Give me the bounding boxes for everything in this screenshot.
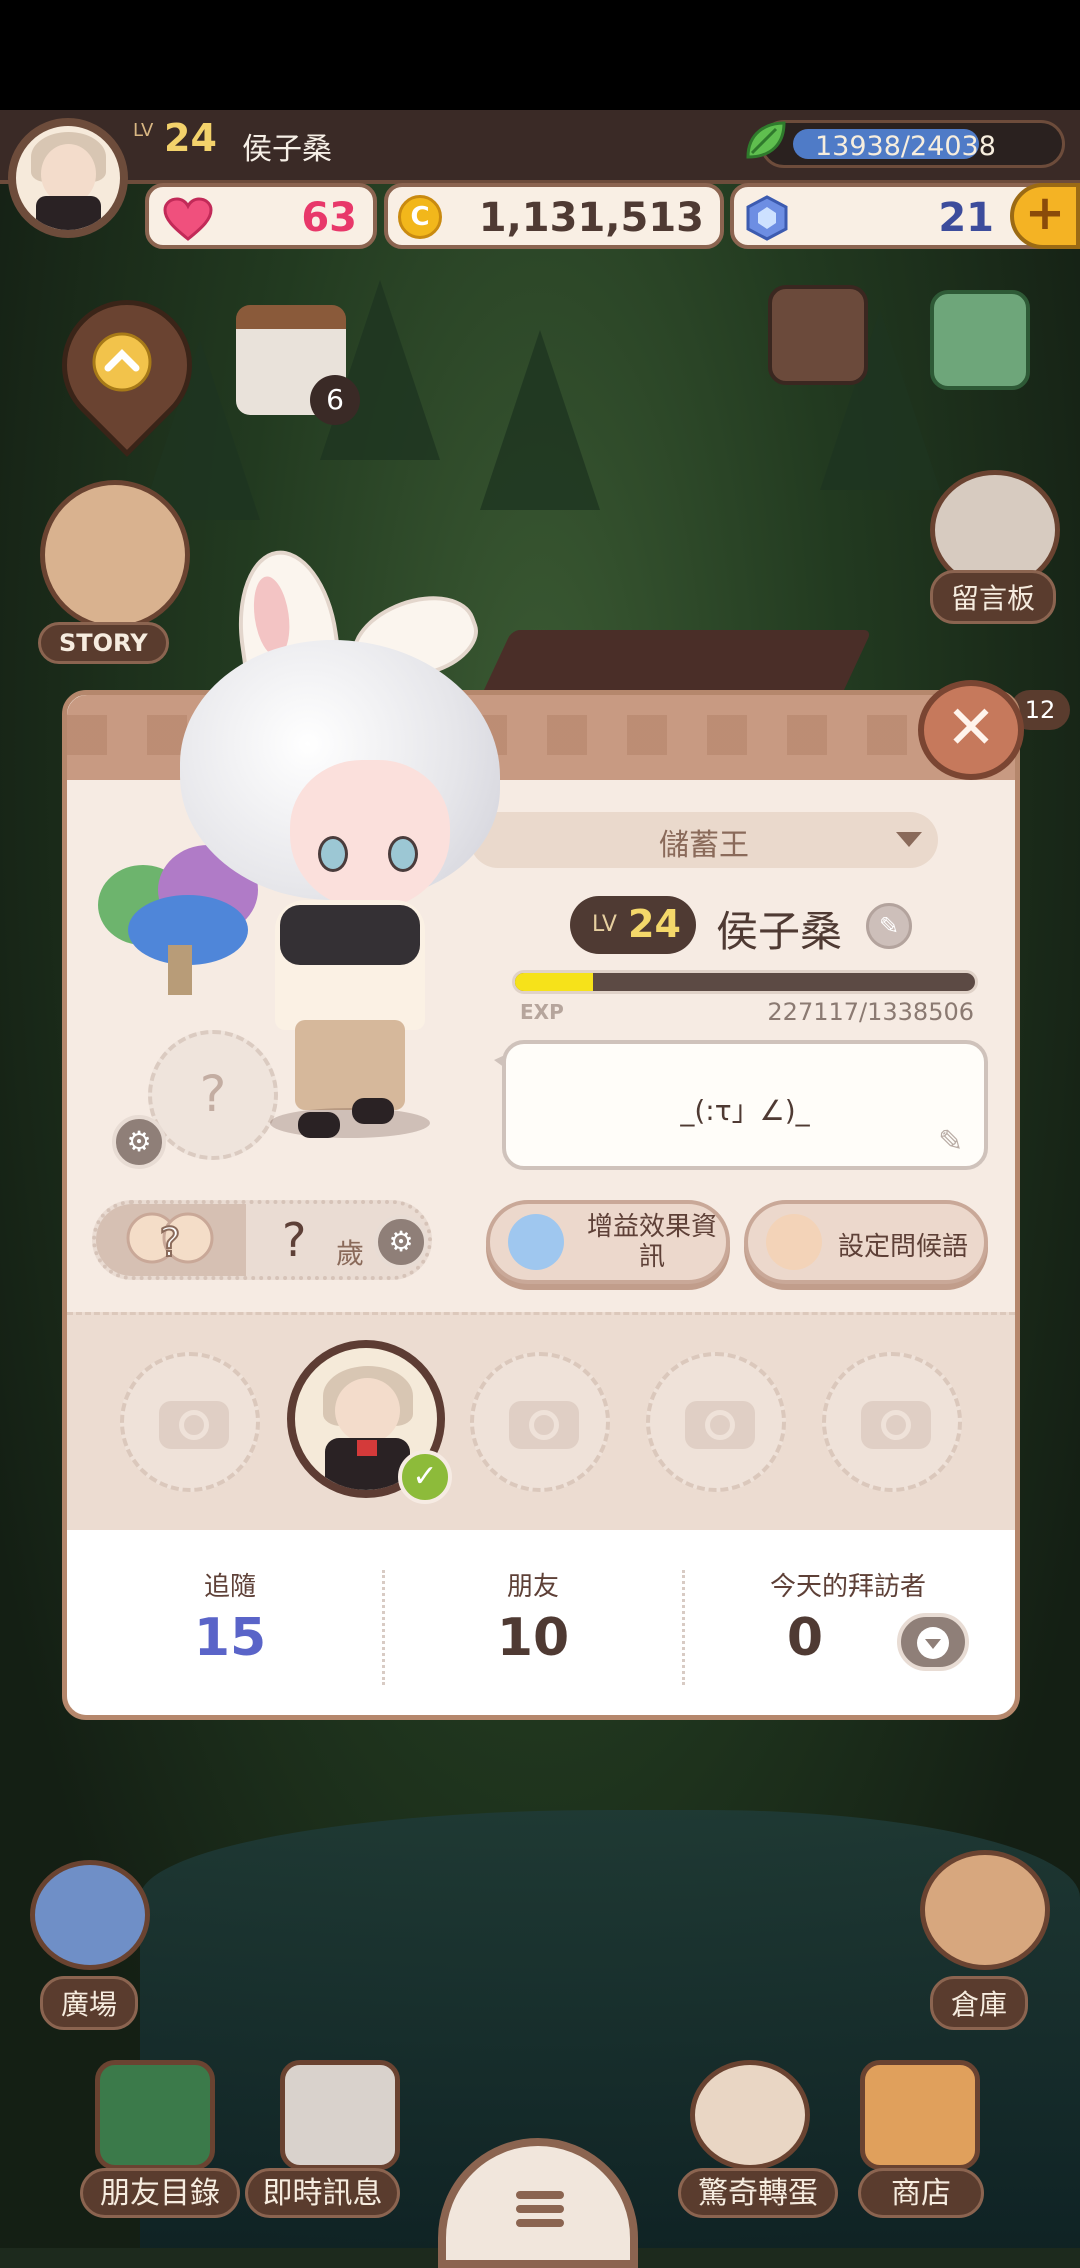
player-name: 侯子桑: [242, 132, 332, 167]
tree-deco: [480, 330, 600, 510]
camera-icon: [509, 1401, 579, 1449]
plaza-label: 廣場: [40, 1976, 139, 2030]
greeting-face-icon: [766, 1214, 822, 1270]
chevron-down-icon: [917, 1627, 949, 1659]
camera-icon: [159, 1401, 229, 1449]
visitors-dropdown-button[interactable]: [897, 1613, 969, 1671]
level-prefix: LV: [133, 120, 154, 141]
gems-value: 21: [938, 195, 994, 241]
heart-icon: [163, 197, 213, 241]
nav-shop[interactable]: 商店: [858, 2168, 984, 2218]
character-shoe: [352, 1098, 394, 1124]
character-eye: [318, 836, 348, 872]
character-eye: [388, 836, 418, 872]
add-gems-button[interactable]: +: [1010, 183, 1080, 249]
hearts-value: 63: [301, 195, 357, 241]
story-button[interactable]: [40, 480, 190, 630]
avatar-body: [36, 196, 101, 230]
profile-level: 24: [628, 902, 681, 946]
profile-name: 侯子桑: [716, 907, 843, 956]
chevron-down-icon: [896, 832, 922, 847]
close-button[interactable]: ✕: [918, 680, 1024, 780]
photo-slot[interactable]: [120, 1352, 260, 1492]
follow-value[interactable]: 15: [150, 1608, 310, 1668]
nav-friends-list[interactable]: 朋友目錄: [80, 2168, 240, 2218]
visitors-value: 0: [786, 1608, 824, 1668]
follow-label: 追隨: [203, 1572, 256, 1602]
exp-tag: EXP: [520, 1000, 564, 1024]
storage-label: 倉庫: [930, 1976, 1029, 2030]
shop-icon[interactable]: [860, 2060, 980, 2170]
message-icon[interactable]: [280, 2060, 400, 2170]
friends-value[interactable]: 10: [453, 1608, 613, 1668]
set-greeting-label: 設定問候語: [838, 1232, 969, 1262]
photo-slot[interactable]: [646, 1352, 786, 1492]
stats-divider: [682, 1570, 685, 1685]
status-bar: [0, 0, 1080, 110]
photo-slot[interactable]: [822, 1352, 962, 1492]
calendar-badge: 6: [310, 375, 360, 425]
buff-info-button[interactable]: 增益效果資訊: [486, 1200, 730, 1284]
buff-info-label: 增益效果資訊: [586, 1212, 717, 1272]
star-slot[interactable]: ?: [148, 1030, 278, 1160]
title-text: 儲蓄王: [659, 828, 749, 863]
profile-exp-bar: [512, 970, 978, 994]
stats-divider: [382, 1570, 385, 1685]
character-pants: [295, 1020, 405, 1110]
hearts-counter[interactable]: 63: [145, 183, 377, 249]
plaza-button[interactable]: [30, 1860, 150, 1970]
leaf-icon: [746, 121, 786, 159]
character-scarf: [280, 905, 420, 965]
character-shoe: [298, 1112, 340, 1138]
photo-slot[interactable]: [470, 1352, 610, 1492]
title-select[interactable]: 儲蓄王: [470, 812, 938, 868]
couple-icon: ?: [126, 1212, 214, 1267]
nav-surprise-gacha[interactable]: 驚奇轉蛋: [678, 2168, 838, 2218]
greeting-bubble[interactable]: _(:τ」∠)_: [502, 1040, 988, 1170]
character-shadow: [270, 1108, 430, 1138]
exp-count: 227117/1338506: [767, 998, 974, 1026]
gear-icon[interactable]: ⚙: [112, 1115, 166, 1169]
player-level: 24: [164, 116, 217, 160]
buff-icon: [508, 1214, 564, 1270]
coins-value: 1,131,513: [478, 195, 704, 241]
svg-text:?: ?: [159, 1220, 180, 1266]
camera-icon: [861, 1401, 931, 1449]
close-icon: ✕: [945, 693, 997, 763]
exp-meter: 13938/24038: [760, 120, 1065, 168]
selected-check-icon: ✓: [398, 1450, 452, 1504]
decorate-button[interactable]: [768, 285, 868, 385]
player-avatar[interactable]: [8, 118, 128, 238]
visitors-label: 今天的拜訪者: [769, 1572, 926, 1602]
age-unit: 歲: [336, 1237, 365, 1270]
nav-instant-message[interactable]: 即時訊息: [245, 2168, 400, 2218]
profile-level-prefix: LV: [592, 912, 617, 937]
gear-icon[interactable]: ⚙: [374, 1215, 428, 1269]
coin-icon: C: [398, 195, 442, 239]
coins-counter[interactable]: C 1,131,513: [384, 183, 724, 249]
gem-icon: [746, 195, 788, 241]
guestbook-label: 留言板: [930, 570, 1057, 624]
chevron-up-icon: [92, 332, 152, 392]
greeting-text: _(:τ」∠)_: [680, 1094, 810, 1127]
story-label: STORY: [38, 622, 169, 664]
character-face: [290, 760, 450, 910]
storage-button[interactable]: [920, 1850, 1050, 1970]
set-greeting-button[interactable]: 設定問候語: [744, 1200, 988, 1284]
profile-exp-fill: [515, 973, 594, 991]
build-button[interactable]: [930, 290, 1030, 390]
exp-meter-text: 13938/24038: [815, 131, 996, 162]
age-value: ?: [282, 1213, 307, 1267]
gacha-icon[interactable]: [690, 2060, 810, 2170]
menu-icon: [516, 2191, 564, 2199]
camera-icon: [685, 1401, 755, 1449]
friends-list-icon[interactable]: [95, 2060, 215, 2170]
friends-label: 朋友: [506, 1572, 559, 1602]
edit-greeting-pencil-icon[interactable]: ✎: [938, 1124, 963, 1159]
edit-name-pencil-icon[interactable]: ✎: [866, 903, 912, 949]
avatar-face: [41, 144, 96, 204]
profile-level-badge: LV 24: [570, 896, 696, 954]
